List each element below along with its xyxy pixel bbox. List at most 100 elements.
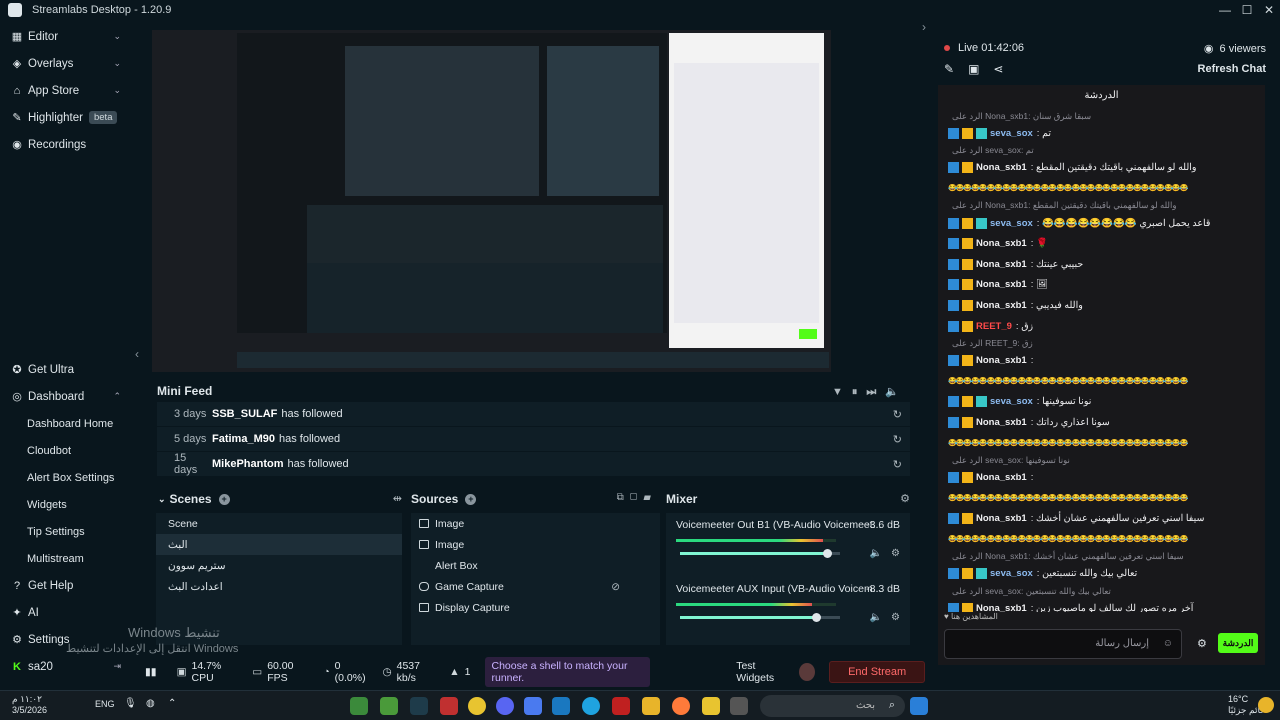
- stats-icon[interactable]: ▮▮: [145, 666, 157, 678]
- network-icon[interactable]: ◍: [146, 698, 155, 709]
- chrome-icon[interactable]: [468, 697, 486, 715]
- chevron-down-icon[interactable]: ⌄: [113, 85, 121, 96]
- source-item[interactable]: Image: [411, 513, 660, 534]
- skip-icon[interactable]: ⏭: [866, 386, 885, 398]
- chat-username[interactable]: Nona_sxb1: [976, 472, 1027, 483]
- nav-ai[interactable]: ✦ AI: [0, 599, 135, 626]
- collapse-left-icon[interactable]: ‹: [135, 347, 139, 361]
- viewers-list-link[interactable]: ♥ المشاهدين هنا: [938, 612, 1265, 624]
- chat-username[interactable]: Nona_sxb1: [976, 417, 1027, 428]
- logout-icon[interactable]: ⇥: [113, 661, 121, 672]
- chat-username[interactable]: Nona_sxb1: [976, 238, 1027, 249]
- clock[interactable]: ١١:٠٢ م 3/5/2026: [12, 694, 47, 716]
- chat-username[interactable]: Nona_sxb1: [976, 259, 1027, 270]
- app-icon[interactable]: [524, 697, 542, 715]
- camera-icon[interactable]: ▣: [968, 62, 993, 76]
- taskbar-search[interactable]: بحث ⌕: [760, 695, 905, 717]
- discord-icon[interactable]: [496, 697, 514, 715]
- chevron-down-icon[interactable]: ⌄: [158, 494, 166, 505]
- send-chat-button[interactable]: الدردشة: [1218, 633, 1258, 653]
- close-icon[interactable]: ✕: [1258, 0, 1280, 20]
- share-icon[interactable]: ⋖: [993, 62, 1017, 76]
- app-icon[interactable]: [612, 697, 630, 715]
- source-item[interactable]: Image: [411, 534, 660, 555]
- end-stream-button[interactable]: End Stream: [829, 661, 925, 683]
- source-lock-icon[interactable]: ▢: [630, 492, 644, 503]
- gear-icon[interactable]: ⚙: [900, 492, 910, 505]
- nav-dashboard-home[interactable]: Dashboard Home: [0, 410, 135, 437]
- replay-icon[interactable]: ↻: [893, 408, 902, 421]
- nav-highlighter[interactable]: ✎ Highlighter beta: [0, 104, 135, 131]
- app-icon[interactable]: [672, 697, 690, 715]
- edge-icon[interactable]: [582, 697, 600, 715]
- scene-item[interactable]: ستريم سوون: [156, 555, 402, 576]
- source-item[interactable]: Game Capture ⊘: [411, 576, 660, 597]
- nav-multistream[interactable]: Multistream: [0, 545, 135, 572]
- volume-icon[interactable]: 🔈: [885, 386, 908, 398]
- tray-expand-icon[interactable]: ⌃: [168, 698, 176, 709]
- user-account[interactable]: Ksa20 ⇥: [0, 653, 135, 680]
- gear-icon[interactable]: ⚙: [891, 612, 900, 623]
- chat-username[interactable]: Nona_sxb1: [976, 603, 1027, 612]
- source-folder-icon[interactable]: ▰: [643, 492, 657, 503]
- chevron-down-icon[interactable]: ⌄: [113, 58, 121, 69]
- scene-item[interactable]: Scene: [156, 513, 402, 534]
- nav-recordings[interactable]: ◉ Recordings: [0, 131, 135, 158]
- filter-icon[interactable]: ▼: [832, 386, 852, 398]
- volume-icon[interactable]: 🔈: [870, 612, 882, 623]
- app-icon[interactable]: [440, 697, 458, 715]
- record-icon[interactable]: [799, 663, 816, 681]
- chevron-up-icon[interactable]: ⌃: [113, 391, 121, 402]
- source-filter-icon[interactable]: ⧉: [617, 492, 630, 503]
- file-explorer-icon[interactable]: [642, 697, 660, 715]
- microphone-icon[interactable]: 🎙: [124, 698, 137, 709]
- chat-username[interactable]: Nona_sxb1: [976, 513, 1027, 524]
- streamlabs-taskbar-icon[interactable]: [410, 697, 428, 715]
- collapse-right-icon[interactable]: ›: [922, 20, 926, 34]
- scene-item[interactable]: البث: [156, 534, 402, 555]
- chat-username[interactable]: Nona_sxb1: [976, 300, 1027, 311]
- chat-username[interactable]: seva_sox: [990, 128, 1033, 139]
- minecraft-icon[interactable]: [350, 697, 368, 715]
- replay-icon[interactable]: ↻: [893, 458, 902, 471]
- volume-slider[interactable]: [680, 613, 840, 622]
- chat-username[interactable]: seva_sox: [990, 568, 1033, 579]
- source-item[interactable]: Alert Box: [411, 555, 660, 576]
- add-source-icon[interactable]: +: [465, 493, 477, 505]
- chat-username[interactable]: Nona_sxb1: [976, 162, 1027, 173]
- pause-icon[interactable]: ⏸: [852, 386, 867, 398]
- source-item[interactable]: Display Capture: [411, 597, 660, 618]
- gear-icon[interactable]: ⚙: [891, 548, 900, 559]
- chat-input[interactable]: ☺ إرسال رسالة: [944, 629, 1182, 659]
- nav-get-ultra[interactable]: ✪ Get Ultra: [0, 356, 135, 383]
- replay-icon[interactable]: ↻: [893, 433, 902, 446]
- nav-dashboard[interactable]: ◎ Dashboard ⌃: [0, 383, 135, 410]
- app-icon[interactable]: [730, 697, 748, 715]
- emoji-icon[interactable]: ☺: [1163, 638, 1173, 649]
- edit-icon[interactable]: ✎: [944, 62, 968, 76]
- volume-slider[interactable]: [680, 549, 840, 558]
- chat-settings-icon[interactable]: ⚙: [1197, 637, 1207, 650]
- add-scene-icon[interactable]: +: [218, 493, 230, 505]
- nav-cloudbot[interactable]: Cloudbot: [0, 437, 135, 464]
- nav-widgets[interactable]: Widgets: [0, 491, 135, 518]
- nav-editor[interactable]: ▦ Editor ⌄: [0, 23, 135, 50]
- nav-get-help[interactable]: ? Get Help: [0, 572, 135, 599]
- chat-username[interactable]: Nona_sxb1: [976, 355, 1027, 366]
- refresh-chat-button[interactable]: Refresh Chat: [1198, 63, 1266, 75]
- chat-username[interactable]: REET_9: [976, 321, 1012, 332]
- warning-stat[interactable]: ▲ 1: [449, 666, 470, 678]
- xbox-icon[interactable]: [380, 697, 398, 715]
- nav-app-store[interactable]: ⌂ App Store ⌄: [0, 77, 135, 104]
- eye-hidden-icon[interactable]: ⊘: [611, 581, 620, 593]
- scene-item[interactable]: اعدادت البث: [156, 576, 402, 597]
- nav-alert-box-settings[interactable]: Alert Box Settings: [0, 464, 135, 491]
- language-indicator[interactable]: ENG: [95, 699, 115, 709]
- volume-icon[interactable]: 🔈: [870, 548, 882, 559]
- chat-username[interactable]: seva_sox: [990, 396, 1033, 407]
- maximize-icon[interactable]: ☐: [1236, 0, 1258, 20]
- nav-tip-settings[interactable]: Tip Settings: [0, 518, 135, 545]
- outlook-icon[interactable]: [552, 697, 570, 715]
- app-icon[interactable]: [702, 697, 720, 715]
- test-widgets-button[interactable]: Test Widgets: [736, 660, 789, 684]
